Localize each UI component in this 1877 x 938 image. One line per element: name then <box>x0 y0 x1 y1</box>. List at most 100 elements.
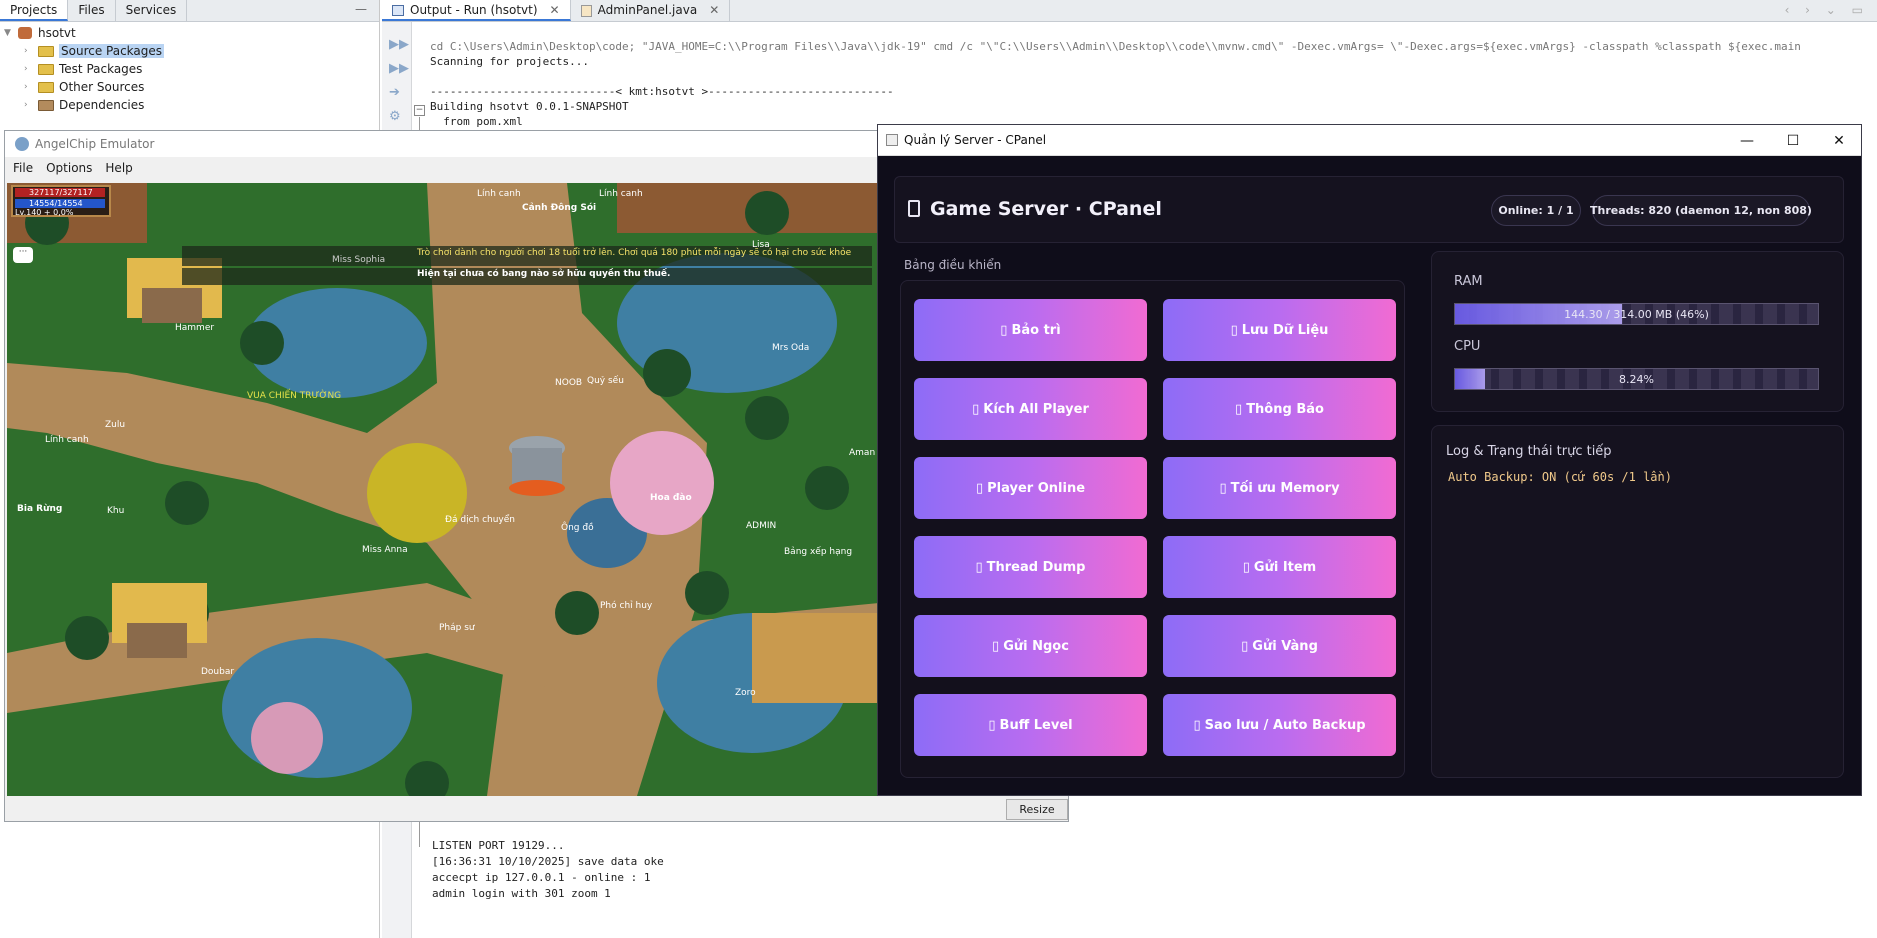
game-canvas[interactable]: 327117/327117 14554/14554 Lv.140 + 0,0% … <box>7 183 879 796</box>
announce-button[interactable]: ▯ Thông Báo <box>1163 378 1396 440</box>
project-icon <box>18 27 32 39</box>
send-gold-button[interactable]: ▯ Gửi Vàng <box>1163 615 1396 677</box>
tree-root[interactable]: ▼ hsotvt <box>4 24 379 42</box>
menu-options[interactable]: Options <box>46 161 92 175</box>
level-text: Lv.140 + 0,0% <box>15 208 74 217</box>
tree-item-other-sources[interactable]: › Other Sources <box>4 78 379 96</box>
tree-item-test-packages[interactable]: › Test Packages <box>4 60 379 78</box>
close-icon[interactable]: ✕ <box>709 3 719 17</box>
btn-icon: ▯ <box>1193 717 1201 733</box>
warning-banner: Trò chơi dành cho người chơi 18 tuổi trở… <box>417 248 852 258</box>
tab-output-run[interactable]: Output - Run (hsotvt) ✕ <box>382 0 571 21</box>
cpu-progress: 8.24% <box>1454 368 1819 390</box>
buff-level-button[interactable]: ▯ Buff Level <box>914 694 1147 756</box>
cpanel-window: Quản lý Server - CPanel — ☐ ✕ Game Serve… <box>877 124 1862 796</box>
stop-icon[interactable]: ➔ <box>389 86 405 100</box>
auto-backup-button[interactable]: ▯ Sao lưu / Auto Backup <box>1163 694 1396 756</box>
npc-label: VUA CHIẾN TRƯỜNG <box>247 391 342 401</box>
btn-icon: ▯ <box>1235 401 1243 417</box>
send-item-button[interactable]: ▯ Gửi Item <box>1163 536 1396 598</box>
tab-adminpanel-java[interactable]: AdminPanel.java ✕ <box>571 0 731 21</box>
btn-label: Thread Dump <box>986 559 1086 575</box>
dashboard-label: Bảng điều khiển <box>904 258 1002 272</box>
folder-icon <box>38 81 54 93</box>
menu-help[interactable]: Help <box>105 161 132 175</box>
npc-label: Cảnh Đông Sói <box>522 203 597 213</box>
output-tabbar: Output - Run (hsotvt) ✕ AdminPanel.java … <box>382 0 1877 22</box>
player-hud: 327117/327117 14554/14554 Lv.140 + 0,0% <box>11 185 111 217</box>
cpanel-window-title: Quản lý Server - CPanel <box>904 133 1047 147</box>
btn-label: Gửi Vàng <box>1252 638 1318 654</box>
actions-panel: ▯ Bảo trì ▯ Lưu Dữ Liệu ▯ Kích All Player ▯… <box>900 280 1405 778</box>
player-online-button[interactable]: ▯ Player Online <box>914 457 1147 519</box>
ram-progress-text: 144.30 / 314.00 MB (46%) <box>1564 307 1709 321</box>
chevron-right-icon[interactable]: › <box>24 82 38 92</box>
maximize-icon[interactable]: ☐ <box>1770 125 1816 156</box>
optimize-memory-button[interactable]: ▯ Tối ưu Memory <box>1163 457 1396 519</box>
output-line: LISTEN PORT 19129... <box>432 839 565 852</box>
rerun-options-icon[interactable]: ▶▶ <box>389 62 409 76</box>
npc-label: NOOB <box>555 378 583 388</box>
npc-label: Đá dịch chuyển <box>445 515 516 525</box>
chevron-right-icon[interactable]: › <box>24 46 38 56</box>
tree-root-label: hsotvt <box>38 26 76 40</box>
chevron-down-icon[interactable]: ▼ <box>4 28 18 38</box>
tree-item-label: Test Packages <box>59 62 143 76</box>
npc-label: Pháp sư <box>439 623 475 633</box>
server-icon <box>908 200 920 217</box>
cpanel-header: Game Server · CPanel Online: 1 / 1 Threa… <box>894 176 1844 243</box>
thread-dump-button[interactable]: ▯ Thread Dump <box>914 536 1147 598</box>
maintenance-button[interactable]: ▯ Bảo trì <box>914 299 1147 361</box>
tab-files[interactable]: Files <box>68 0 116 21</box>
tab-projects[interactable]: Projects <box>0 0 69 21</box>
npc-label: Lisa <box>752 240 770 250</box>
tree-item-source-packages[interactable]: › Source Packages <box>4 42 379 60</box>
npc-label: Phó chỉ huy <box>600 601 653 611</box>
close-icon[interactable]: ✕ <box>1816 125 1862 156</box>
resize-button[interactable]: Resize <box>1006 799 1068 820</box>
btn-label: Kích All Player <box>983 401 1089 417</box>
resources-panel: RAM 144.30 / 314.00 MB (46%) CPU 8.24% <box>1431 251 1844 412</box>
btn-label: Thông Báo <box>1246 401 1324 417</box>
send-gem-button[interactable]: ▯ Gửi Ngọc <box>914 615 1147 677</box>
output-line: admin login with 301 zoom 1 <box>432 887 611 900</box>
save-data-button[interactable]: ▯ Lưu Dữ Liệu <box>1163 299 1396 361</box>
chat-icon[interactable]: ··· <box>13 247 33 263</box>
tree-item-label: Source Packages <box>59 44 165 58</box>
npc-label: ADMIN <box>746 521 777 531</box>
npc-label: Lính canh <box>599 189 643 199</box>
btn-label: Player Online <box>987 480 1086 496</box>
rerun-icon[interactable]: ▶▶ <box>389 38 409 52</box>
close-icon[interactable]: ✕ <box>550 3 560 17</box>
tree-item-dependencies[interactable]: › Dependencies <box>4 96 379 114</box>
output-line: cd C:\Users\Admin\Desktop\code; "JAVA_HO… <box>430 40 1801 53</box>
npc-label: Aman <box>849 448 876 458</box>
btn-label: Buff Level <box>999 717 1073 733</box>
btn-label: Gửi Ngọc <box>1003 638 1069 654</box>
online-badge: Online: 1 / 1 <box>1491 195 1581 226</box>
kick-all-button[interactable]: ▯ Kích All Player <box>914 378 1147 440</box>
tab-nav-arrows[interactable]: ‹ › ⌄ ▭ <box>1777 0 1877 21</box>
chevron-right-icon[interactable]: › <box>24 64 38 74</box>
minimize-icon[interactable]: — <box>1724 125 1770 156</box>
btn-icon: ▯ <box>972 401 980 417</box>
package-icon <box>38 99 54 111</box>
tab-services[interactable]: Services <box>116 0 188 21</box>
ram-progress: 144.30 / 314.00 MB (46%) <box>1454 303 1819 325</box>
output-line: Scanning for projects... <box>430 55 589 68</box>
output-line: Building hsotvt 0.0.1-SNAPSHOT <box>430 100 629 113</box>
output-line: ----------------------------< kmt:hsotvt… <box>430 85 894 98</box>
menu-file[interactable]: File <box>13 161 33 175</box>
npc-label: Bia Rừng <box>17 504 63 514</box>
minimize-icon[interactable]: — <box>355 0 379 21</box>
folder-icon <box>38 63 54 75</box>
settings-icon[interactable]: ⚙ <box>389 110 405 124</box>
output-line: accecpt ip 127.0.0.1 - online : 1 <box>432 871 651 884</box>
tab-output-run-label: Output - Run (hsotvt) <box>410 3 538 17</box>
npc-label: Miss Sophia <box>332 255 386 265</box>
chevron-right-icon[interactable]: › <box>24 100 38 110</box>
npc-label: Zulu <box>105 420 126 430</box>
fold-toggle-icon[interactable]: − <box>414 105 425 116</box>
npc-label: Ông đồ <box>561 523 594 533</box>
